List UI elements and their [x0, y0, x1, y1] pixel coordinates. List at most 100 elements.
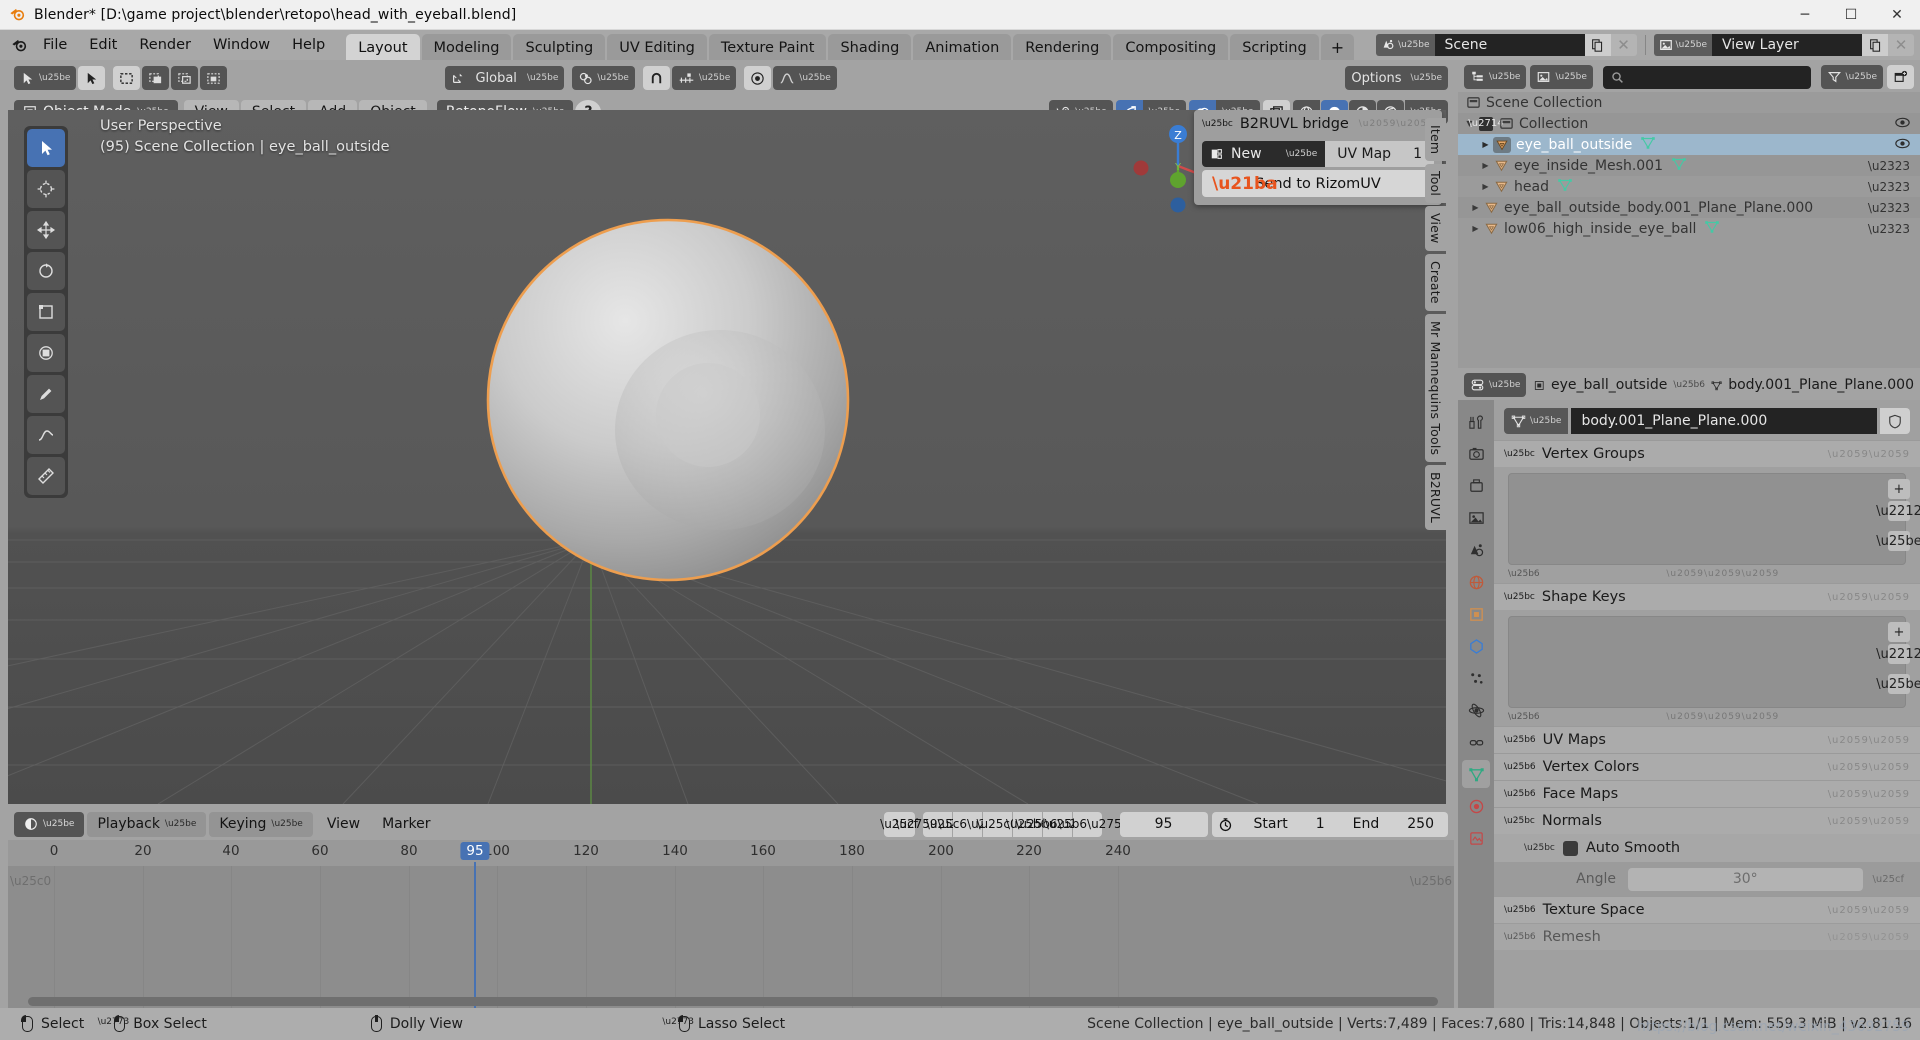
transform-tool[interactable] — [27, 334, 65, 372]
panel-texture-space[interactable]: \u25b6 Texture Space \u2059\u2059 — [1494, 896, 1920, 923]
b2ruvl-panel-header[interactable]: \u25bc B2RUVL bridge \u2059\u2059 — [1194, 110, 1442, 137]
sidebar-tab-tool[interactable]: Tool — [1425, 164, 1446, 204]
uv-mode-dropdown[interactable]: New \u25be — [1202, 141, 1326, 167]
minimize-button[interactable]: ─ — [1782, 0, 1828, 30]
timeline-menu-view[interactable]: View — [316, 816, 371, 832]
auto-smooth-checkbox[interactable] — [1562, 840, 1578, 856]
timeline-editor-type-button[interactable]: \u25be — [14, 811, 85, 837]
playhead-label[interactable]: 95 — [460, 842, 490, 860]
tab-uv-editing[interactable]: UV Editing — [607, 34, 707, 60]
outliner-row-low06-high-inside-eye-ball[interactable]: ▶ low06_high_inside_eye_ball \u2323 — [1458, 218, 1920, 239]
send-to-rizomuv-button[interactable]: \u21ba Send to RizomUV — [1202, 170, 1434, 197]
vertex-group-specials-button[interactable]: \u25be — [1876, 531, 1920, 551]
animate-property-dot-icon[interactable]: \u25cf — [1873, 874, 1904, 885]
shape-keys-list[interactable] — [1508, 616, 1906, 708]
timeline-horizontal-scrollbar[interactable] — [28, 997, 1438, 1006]
panel-grip-icon[interactable]: \u2059\u2059 — [1828, 735, 1910, 746]
add-workspace-button[interactable]: + — [1320, 34, 1355, 60]
panel-grip-icon[interactable]: \u2059\u2059 — [1828, 789, 1910, 800]
viewport-options-button[interactable]: Options \u25be — [1345, 66, 1448, 90]
tool-tab[interactable] — [1462, 408, 1490, 436]
outliner-search-input[interactable] — [1602, 65, 1811, 89]
timeline-menu-playback[interactable]: Playback \u25be — [87, 811, 207, 837]
tab-texture-paint[interactable]: Texture Paint — [708, 34, 827, 60]
vertex-groups-list[interactable] — [1508, 473, 1906, 565]
resize-grip-icon[interactable]: \u2059\u2059\u2059 — [1666, 712, 1779, 722]
scale-tool[interactable] — [27, 293, 65, 331]
sidebar-tab-b2ruvl[interactable]: B2RUVL — [1425, 464, 1446, 530]
timeline-menu-marker[interactable]: Marker — [371, 816, 441, 832]
select-subtract-icon[interactable] — [171, 66, 199, 90]
uv-map-field[interactable]: UV Map 1 — [1325, 141, 1434, 167]
remove-shape-key-button[interactable]: \u2212 — [1876, 644, 1920, 664]
breadcrumb-data[interactable]: body.001_Plane_Plane.000 — [1728, 377, 1914, 393]
tab-sculpting[interactable]: Sculpting — [513, 34, 606, 60]
collection-checkbox[interactable]: \u2714 — [1468, 116, 1504, 131]
expand-triangle-icon[interactable]: \u25b6 — [1508, 712, 1540, 722]
expand-triangle-icon[interactable]: ▶ — [1470, 224, 1481, 233]
menu-help[interactable]: Help — [281, 33, 336, 57]
mes h-data-name-field[interactable]: body.001_Plane_Plane.000 — [1571, 408, 1877, 434]
expand-triangle-icon[interactable]: ▶ — [1480, 161, 1491, 170]
angle-value-field[interactable]: 30° — [1628, 867, 1863, 891]
physics-tab[interactable] — [1462, 696, 1490, 724]
tweak-tool-button[interactable] — [78, 66, 106, 90]
mesh-data-icon[interactable] — [1704, 219, 1720, 238]
timeline-body[interactable]: 0 20 40 60 80 100 120 140 160 180 200 22… — [8, 840, 1454, 1008]
shape-key-specials-button[interactable]: \u25be — [1876, 674, 1920, 694]
panel-grip-icon[interactable]: \u2059\u2059 — [1828, 449, 1910, 460]
tab-modeling[interactable]: Modeling — [421, 34, 512, 60]
select-set-icon[interactable] — [113, 66, 141, 90]
subpanel-triangle-icon[interactable]: \u25bc — [1524, 843, 1555, 853]
tweak-select-tool[interactable] — [27, 129, 65, 167]
outliner-row-head[interactable]: ▶ head \u2323 — [1458, 176, 1920, 197]
mesh-data-browse-button[interactable]: \u25be — [1504, 408, 1569, 434]
tab-compositing[interactable]: Compositing — [1113, 34, 1229, 60]
snap-target-icon[interactable]: \u25be — [671, 66, 737, 90]
timeline-scroll-right-icon[interactable]: \u25b6 — [1410, 874, 1452, 888]
3d-viewport[interactable]: User Perspective (95) Scene Collection |… — [8, 110, 1446, 804]
expand-triangle-icon[interactable]: \u25b6 — [1508, 569, 1540, 579]
sidebar-tab-view[interactable]: View — [1425, 206, 1446, 251]
close-button[interactable]: ✕ — [1874, 0, 1920, 30]
blender-menu-icon[interactable] — [6, 37, 32, 54]
menu-window[interactable]: Window — [202, 33, 281, 57]
menu-file[interactable]: File — [32, 33, 78, 57]
outliner-row-collection[interactable]: ▼ \u2714 Collection — [1458, 113, 1920, 134]
panel-grip-icon[interactable]: \u2059\u2059 — [1828, 592, 1910, 603]
material-tab[interactable] — [1462, 792, 1490, 820]
constraints-tab[interactable] — [1462, 728, 1490, 756]
expand-triangle-icon[interactable]: ▶ — [1480, 140, 1491, 149]
tab-scripting[interactable]: Scripting — [1230, 34, 1319, 60]
particles-tab[interactable] — [1462, 664, 1490, 692]
panel-grip-icon[interactable]: \u2059\u2059 — [1359, 119, 1434, 129]
scene-tab[interactable] — [1462, 536, 1490, 564]
visibility-collapsed-icon[interactable]: \u2323 — [1868, 159, 1910, 173]
outliner-row-scene-collection[interactable]: Scene Collection — [1458, 92, 1920, 113]
add-shape-key-button[interactable]: + — [1888, 622, 1910, 642]
world-tab[interactable] — [1462, 568, 1490, 596]
texture-tab[interactable] — [1462, 824, 1490, 852]
outliner-row-eye-ball-outside[interactable]: ▶ eye_ball_outside — [1458, 134, 1920, 155]
outliner-row-eye-ball-outside-body[interactable]: ▶ eye_ball_outside_body.001_Plane_Plane.… — [1458, 197, 1920, 218]
jump-to-end-button[interactable]: \u25b6\u2759 — [1045, 811, 1129, 837]
visibility-collapsed-icon[interactable]: \u2323 — [1868, 201, 1910, 215]
panel-normals[interactable]: \u25bc Normals \u2059\u2059 — [1494, 807, 1920, 834]
cursor-tool[interactable] — [27, 170, 65, 208]
scene-icon[interactable]: \u25be — [1376, 34, 1435, 56]
sidebar-tab-mr-mannequins-tools[interactable]: Mr Mannequins Tools — [1425, 313, 1446, 462]
menu-render[interactable]: Render — [128, 33, 202, 57]
falloff-curve-icon[interactable]: \u25be — [773, 66, 837, 90]
maximize-button[interactable]: ☐ — [1828, 0, 1874, 30]
annotate-line-tool[interactable] — [27, 416, 65, 454]
b2ruvl-bridge-panel[interactable]: \u25bc B2RUVL bridge \u2059\u2059 New \u… — [1194, 110, 1442, 205]
current-frame-field[interactable]: 95 — [1119, 811, 1208, 837]
mesh-data-icon[interactable] — [1640, 135, 1656, 154]
pivot-point-icon[interactable]: \u25be — [572, 66, 635, 90]
properties-editor-type-button[interactable]: \u25be — [1464, 373, 1527, 397]
panel-remesh[interactable]: \u25b6 Remesh \u2059\u2059 — [1494, 923, 1920, 950]
move-tool[interactable] — [27, 211, 65, 249]
tab-shading[interactable]: Shading — [828, 34, 912, 60]
outliner-display-mode-button[interactable]: \u25be — [1530, 65, 1593, 89]
select-invert-icon[interactable] — [200, 66, 228, 90]
